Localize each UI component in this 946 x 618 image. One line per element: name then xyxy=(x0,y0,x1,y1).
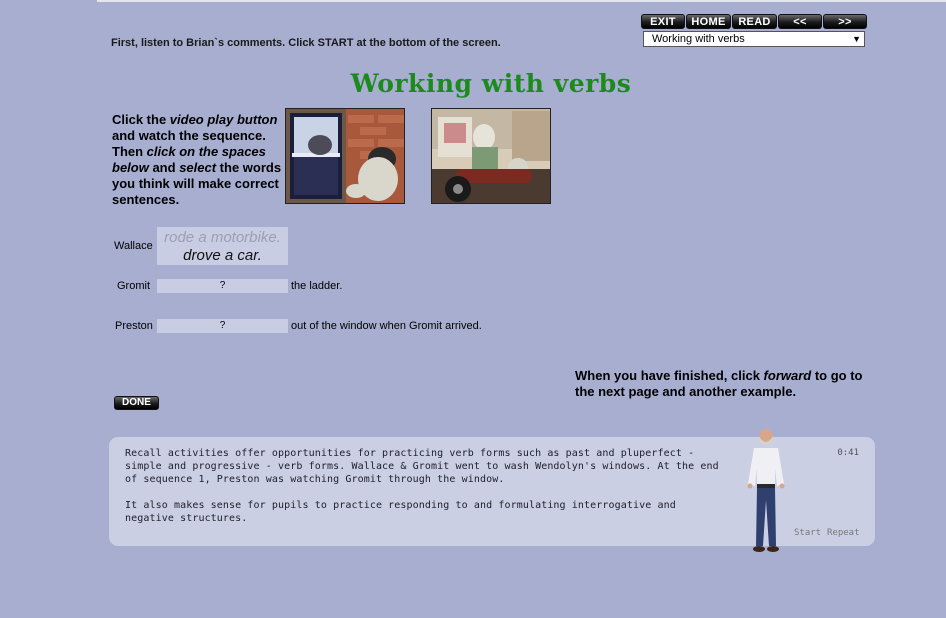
finish-instructions: When you have finished, click forward to… xyxy=(575,368,865,400)
top-border xyxy=(97,0,946,2)
video-thumbnail-1[interactable] xyxy=(285,108,405,204)
answer-dropdown[interactable]: rode a motorbike. drove a car. xyxy=(157,227,288,265)
read-button[interactable]: READ xyxy=(732,14,777,29)
back-button[interactable]: << xyxy=(778,14,822,29)
start-button[interactable]: Start xyxy=(794,528,821,538)
commentary-text: Recall activities offer opportunities fo… xyxy=(125,447,725,538)
sentence-rest: the ladder. xyxy=(291,280,343,292)
choice-option[interactable]: drove a car. xyxy=(157,247,288,264)
instr-text-1: Click the xyxy=(112,112,170,127)
chevron-down-icon: ▼ xyxy=(852,34,861,44)
subject-wallace: Wallace xyxy=(114,240,153,252)
instr-em-1: video play button xyxy=(169,112,278,127)
home-button[interactable]: HOME xyxy=(686,14,731,29)
sentence-rest: out of the window when Gromit arrived. xyxy=(291,320,482,332)
finish-em: forward xyxy=(763,368,812,383)
commentary-paragraph: Recall activities offer opportunities fo… xyxy=(125,448,719,485)
choice-option[interactable]: rode a motorbike. xyxy=(157,229,288,246)
answer-gap[interactable]: ? xyxy=(157,319,288,333)
page-title: Working with verbs xyxy=(350,69,632,98)
instr-text-3: and xyxy=(148,160,180,175)
done-button[interactable]: DONE xyxy=(114,396,159,410)
finish-text-1: When you have finished, click xyxy=(575,368,764,383)
topic-select[interactable]: Working with verbs ▼ xyxy=(643,31,865,47)
commentary-paragraph: It also makes sense for pupils to practi… xyxy=(125,500,676,524)
instructions: Click the video play button and watch th… xyxy=(112,112,284,208)
subject-preston: Preston xyxy=(115,320,153,332)
topic-select-value: Working with verbs xyxy=(652,33,745,45)
instr-em-3: select xyxy=(179,160,217,175)
presenter-avatar xyxy=(744,424,792,558)
answer-gap[interactable]: ? xyxy=(157,279,288,293)
forward-button[interactable]: >> xyxy=(823,14,867,29)
exit-button[interactable]: EXIT xyxy=(641,14,685,29)
repeat-button[interactable]: Repeat xyxy=(827,528,860,538)
audio-timer: 0:41 xyxy=(837,448,859,458)
subject-gromit: Gromit xyxy=(117,280,150,292)
intro-text: First, listen to Brian`s comments. Click… xyxy=(111,37,501,49)
video-thumbnail-2[interactable] xyxy=(431,108,551,204)
